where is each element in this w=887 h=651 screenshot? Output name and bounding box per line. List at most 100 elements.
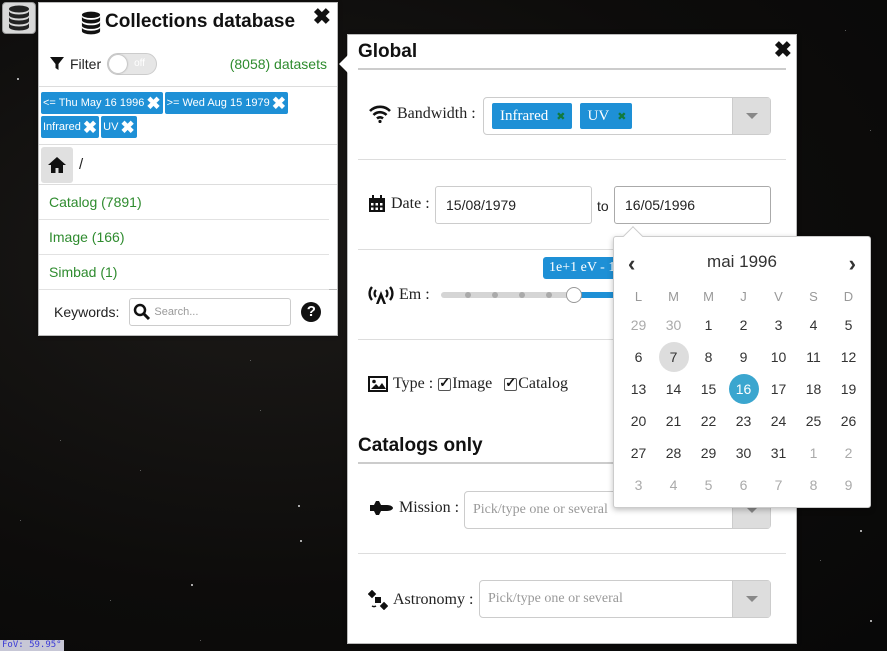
day-cell[interactable]: 3 (761, 309, 796, 341)
close-collections-icon[interactable]: ✖ (313, 6, 331, 28)
result-image[interactable]: Image (166) (39, 220, 329, 255)
type-image-checkbox[interactable]: Image (438, 375, 492, 393)
day-cell[interactable]: 25 (796, 405, 831, 437)
result-simbad[interactable]: Simbad (1) (39, 255, 329, 290)
date-to-input[interactable]: 16/05/1996 (614, 186, 771, 224)
day-cell[interactable]: 4 (796, 309, 831, 341)
day-cell[interactable]: 6 (726, 469, 761, 501)
day-number: 30 (665, 317, 682, 333)
day-cell[interactable]: 15 (691, 373, 726, 405)
help-icon[interactable]: ? (301, 301, 322, 322)
day-cell[interactable]: 23 (726, 405, 761, 437)
type-catalog-checkbox[interactable]: Catalog (504, 375, 568, 393)
day-cell[interactable]: 29 (621, 309, 656, 341)
chevron-down-icon[interactable] (732, 98, 770, 134)
day-cell[interactable]: 31 (761, 437, 796, 469)
day-number: 8 (704, 349, 713, 365)
tag-label: UV (587, 107, 610, 124)
checkbox-label: Image (452, 375, 493, 392)
divider (358, 159, 786, 160)
day-cell[interactable]: 7 (761, 469, 796, 501)
slider-tick (546, 292, 552, 298)
day-cell[interactable]: 9 (831, 469, 866, 501)
day-cell[interactable]: 5 (831, 309, 866, 341)
day-number: 28 (665, 445, 682, 461)
day-cell[interactable]: 22 (691, 405, 726, 437)
day-cell[interactable]: 16 (726, 373, 761, 405)
datepicker-popup: ‹ mai 1996 › L M M J V S D 29 30 1 2 3 4 5 6 7 8 9 10 11 12 1… (613, 226, 871, 508)
remove-chip-icon[interactable]: ✖ (146, 95, 160, 112)
date-field-label: Date : (368, 195, 430, 213)
day-cell[interactable]: 2 (726, 309, 761, 341)
tag-label: Infrared (500, 107, 549, 124)
current-path: / (79, 156, 84, 173)
day-cell[interactable]: 11 (796, 341, 831, 373)
remove-tag-icon[interactable]: ✖ (617, 110, 626, 123)
day-cell[interactable]: 21 (656, 405, 691, 437)
day-cell[interactable]: 10 (761, 341, 796, 373)
remove-chip-icon[interactable]: ✖ (83, 119, 97, 136)
collections-toggle-button[interactable] (2, 2, 36, 34)
day-cell[interactable]: 1 (796, 437, 831, 469)
chevron-left-icon[interactable]: ‹ (628, 251, 635, 277)
day-cell[interactable]: 24 (761, 405, 796, 437)
toggle-state-label: off (134, 57, 146, 69)
filter-chip-date-min: >= Wed Aug 15 1979 ✖ (164, 92, 288, 114)
wifi-icon (369, 105, 391, 123)
day-cell[interactable]: 13 (621, 373, 656, 405)
checkbox-label: Catalog (518, 375, 568, 392)
day-cell[interactable]: 19 (831, 373, 866, 405)
day-cell[interactable]: 27 (621, 437, 656, 469)
chevron-down-icon[interactable] (732, 581, 770, 617)
day-cell[interactable]: 29 (691, 437, 726, 469)
day-cell[interactable]: 12 (831, 341, 866, 373)
day-number: 4 (809, 317, 818, 333)
remove-tag-icon[interactable]: ✖ (556, 110, 565, 123)
remove-chip-icon[interactable]: ✖ (120, 119, 134, 136)
day-number: 3 (774, 317, 783, 333)
em-slider-handle[interactable] (566, 287, 582, 303)
close-global-icon[interactable]: ✖ (774, 39, 792, 61)
search-icon (134, 303, 151, 320)
day-number: 6 (739, 477, 748, 493)
day-cell[interactable]: 1 (691, 309, 726, 341)
day-cell[interactable]: 30 (656, 309, 691, 341)
keywords-label: Keywords: (54, 303, 120, 320)
bandwidth-select[interactable]: Infrared ✖ UV ✖ (483, 97, 771, 135)
day-cell[interactable]: 2 (831, 437, 866, 469)
keywords-search-input[interactable]: Search... (129, 297, 292, 326)
day-cell[interactable]: 8 (796, 469, 831, 501)
day-number: 11 (806, 349, 821, 365)
day-cell[interactable]: 7 (656, 341, 691, 373)
result-catalog[interactable]: Catalog (7891) (39, 185, 329, 220)
day-cell[interactable]: 6 (621, 341, 656, 373)
day-cell[interactable]: 14 (656, 373, 691, 405)
day-cell[interactable]: 18 (796, 373, 831, 405)
day-cell[interactable]: 4 (656, 469, 691, 501)
filter-toggle[interactable]: off (107, 52, 158, 75)
day-cell[interactable]: 30 (726, 437, 761, 469)
search-placeholder: Search... (154, 305, 199, 318)
day-number: 29 (630, 317, 647, 333)
date-from-input[interactable]: 15/08/1979 (435, 186, 592, 224)
catalogs-section-title: Catalogs only (358, 435, 483, 456)
bandwidth-tag-uv: UV ✖ (579, 103, 633, 129)
mission-field-label: Mission : (368, 499, 459, 517)
chevron-right-icon[interactable]: › (849, 251, 856, 277)
type-field-label: Type : Image Catalog (368, 375, 568, 393)
day-cell[interactable]: 28 (656, 437, 691, 469)
day-cell[interactable]: 20 (621, 405, 656, 437)
slider-tick (492, 292, 498, 298)
day-number: 1 (809, 445, 818, 461)
day-cell[interactable]: 8 (691, 341, 726, 373)
remove-chip-icon[interactable]: ✖ (272, 95, 286, 112)
home-button[interactable] (41, 146, 73, 183)
day-number: 13 (630, 381, 647, 397)
day-cell[interactable]: 26 (831, 405, 866, 437)
day-cell[interactable]: 9 (726, 341, 761, 373)
astronomy-field-label: Astronomy : (368, 590, 473, 610)
astronomy-select[interactable]: Pick/type one or several (479, 580, 771, 618)
day-cell[interactable]: 17 (761, 373, 796, 405)
day-cell[interactable]: 3 (621, 469, 656, 501)
day-cell[interactable]: 5 (691, 469, 726, 501)
